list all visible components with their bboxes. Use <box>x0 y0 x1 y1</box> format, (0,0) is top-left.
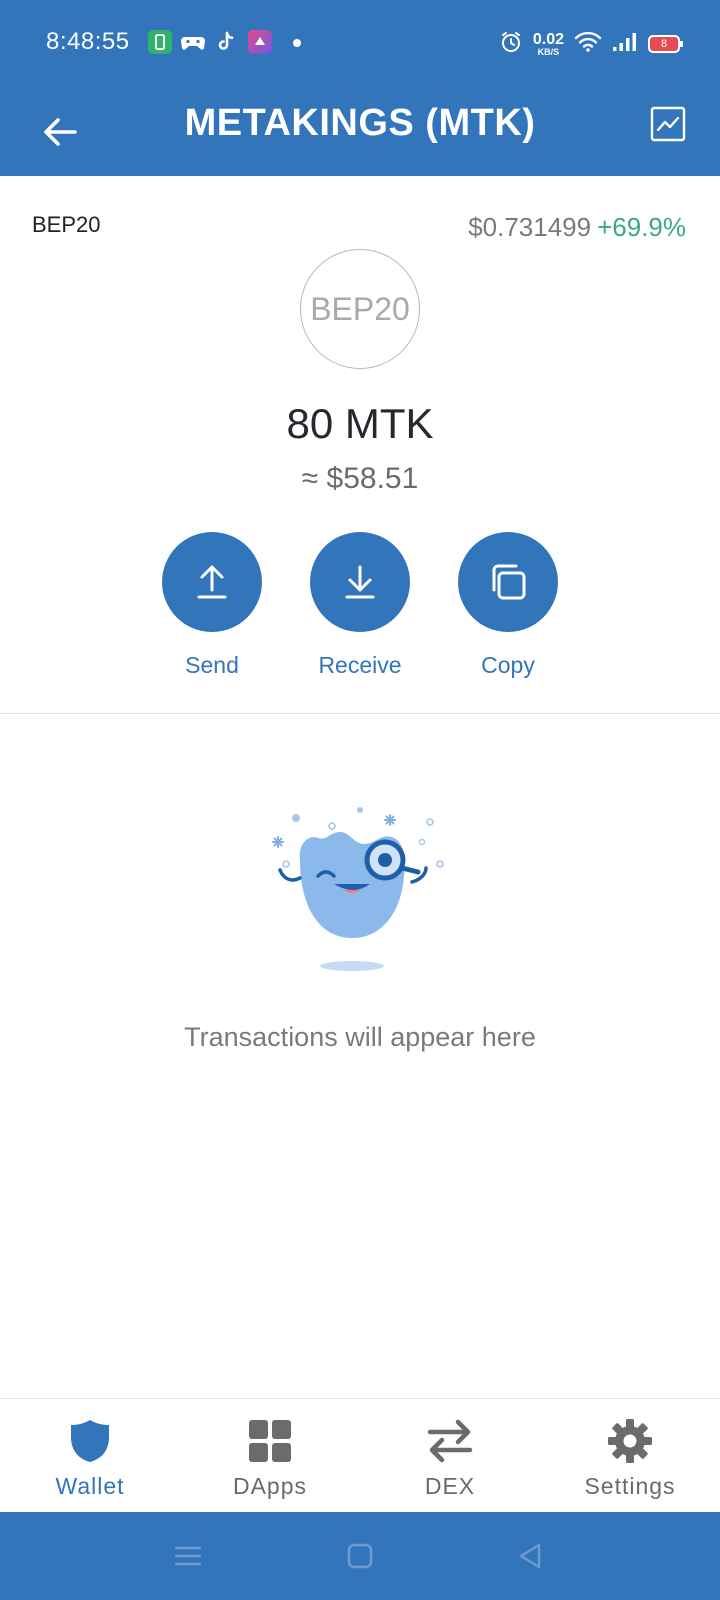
tab-settings-label: Settings <box>584 1473 676 1499</box>
tab-dex[interactable]: DEX <box>360 1399 540 1513</box>
network-label: BEP20 <box>32 212 101 237</box>
tab-wallet[interactable]: Wallet <box>0 1399 180 1513</box>
receive-button[interactable]: Receive <box>285 532 435 679</box>
empty-state-message: Transactions will appear here <box>184 1022 536 1052</box>
token-price: $0.731499 <box>468 212 592 242</box>
app-shortcut-icon <box>248 30 272 54</box>
download-icon <box>345 565 375 599</box>
action-row: Send Receive Copy <box>0 532 720 682</box>
status-bar: 8:48:55 0.02 KB/S 8 <box>0 0 720 88</box>
status-indicators: 0.02 KB/S 8 <box>499 24 683 64</box>
token-balance: 80 MTK <box>286 400 434 447</box>
section-divider <box>0 713 720 714</box>
square-icon <box>347 1543 373 1569</box>
tiktok-icon <box>214 30 238 54</box>
price-change: +69.9% <box>597 212 686 242</box>
recents-button[interactable] <box>168 1536 208 1576</box>
receive-label: Receive <box>318 652 402 678</box>
shield-icon <box>66 1417 114 1465</box>
fiat-balance: ≈ $58.51 <box>301 462 419 495</box>
signal-icon <box>612 32 638 57</box>
send-label: Send <box>185 652 239 678</box>
price-chart-button[interactable] <box>646 102 690 146</box>
tab-dex-label: DEX <box>424 1473 476 1499</box>
send-button[interactable]: Send <box>137 532 287 679</box>
home-button[interactable] <box>340 1536 380 1576</box>
battery-saver-app-icon <box>148 30 172 54</box>
receive-circle[interactable] <box>310 532 410 632</box>
chart-icon <box>650 106 686 142</box>
tab-settings[interactable]: Settings <box>540 1399 720 1513</box>
page-title: METAKINGS (MTK) <box>184 102 536 144</box>
bottom-tab-bar: Wallet DApps DEX Settings <box>0 1398 720 1512</box>
triangle-back-icon <box>519 1543 541 1569</box>
gear-icon <box>606 1417 654 1465</box>
app-bar: METAKINGS (MTK) <box>0 88 720 176</box>
menu-icon <box>174 1546 202 1566</box>
gamepad-icon <box>180 30 205 54</box>
token-logo-text: BEP20 <box>310 290 410 327</box>
wifi-icon <box>574 31 602 58</box>
tab-dapps[interactable]: DApps <box>180 1399 360 1513</box>
copy-label: Copy <box>481 652 535 678</box>
network-speed: 0.02 KB/S <box>532 30 564 57</box>
send-circle[interactable] <box>162 532 262 632</box>
tab-wallet-label: Wallet <box>55 1473 125 1499</box>
token-logo: BEP20 <box>300 249 420 369</box>
notification-dot <box>293 39 301 47</box>
tab-dapps-label: DApps <box>232 1473 308 1499</box>
empty-state-illustration <box>270 800 450 990</box>
system-back-button[interactable] <box>510 1536 550 1576</box>
copy-circle[interactable] <box>458 532 558 632</box>
upload-icon <box>197 565 227 599</box>
alarm-icon <box>499 30 523 59</box>
price-row: $0.731499 +69.9% <box>468 212 686 243</box>
status-time: 8:48:55 <box>46 28 130 55</box>
system-nav-bar <box>0 1512 720 1600</box>
copy-button[interactable]: Copy <box>433 532 583 679</box>
grid-icon <box>246 1417 294 1465</box>
swap-icon <box>426 1417 474 1465</box>
copy-icon <box>492 564 526 600</box>
battery-icon: 8 <box>648 35 683 53</box>
